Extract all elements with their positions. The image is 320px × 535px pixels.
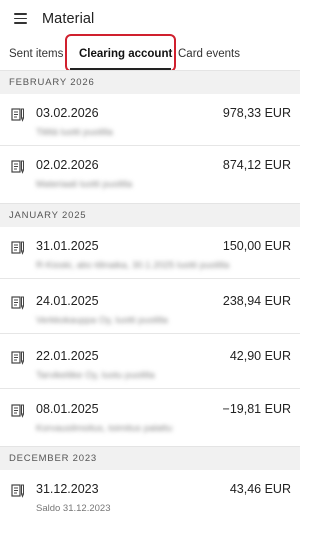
section-header: DECEMBER 2023 xyxy=(0,446,300,470)
row-date: 24.01.2025 xyxy=(36,294,99,308)
document-edit-icon xyxy=(11,351,24,365)
document-edit-icon xyxy=(11,108,24,122)
tab-clearing-account[interactable]: Clearing account xyxy=(79,48,172,60)
section-header: FEBRUARY 2026 xyxy=(0,70,300,94)
row-amount: 150,00 EUR xyxy=(222,239,291,253)
list-item[interactable]: 03.02.2026 978,33 EUR Tililtä luotti puo… xyxy=(0,94,300,146)
document-edit-icon xyxy=(11,241,24,255)
list-item[interactable]: 02.02.2026 874,12 EUR Materiaali luotti … xyxy=(0,146,300,198)
document-edit-icon xyxy=(11,404,24,418)
list-item[interactable]: 31.01.2025 150,00 EUR R-Kioski, abc-tili… xyxy=(0,227,300,279)
row-subtitle: Tililtä luotti puolilla xyxy=(36,127,113,138)
document-edit-icon xyxy=(11,296,24,310)
section-label: FEBRUARY 2026 xyxy=(9,77,95,88)
row-amount: −19,81 EUR xyxy=(222,402,291,416)
row-date: 02.02.2026 xyxy=(36,158,99,172)
list-item[interactable]: 31.12.2023 43,46 EUR Saldo 31.12.2023 xyxy=(0,470,300,522)
row-date: 22.01.2025 xyxy=(36,349,99,363)
app-bar: Material xyxy=(0,0,300,38)
row-subtitle: Materiaali luotti puolilla xyxy=(36,179,133,190)
row-subtitle: Saldo 31.12.2023 xyxy=(36,503,111,514)
section-header: JANUARY 2025 xyxy=(0,203,300,227)
section-label: JANUARY 2025 xyxy=(9,210,87,221)
row-date: 08.01.2025 xyxy=(36,402,99,416)
section-label: DECEMBER 2023 xyxy=(9,453,98,464)
row-subtitle: Tarvikeliike Oy, luotu puolilla xyxy=(36,370,155,381)
row-amount: 43,46 EUR xyxy=(229,482,291,496)
document-edit-icon xyxy=(11,484,24,498)
row-date: 31.12.2023 xyxy=(36,482,99,496)
row-amount: 874,12 EUR xyxy=(222,158,291,172)
row-date: 03.02.2026 xyxy=(36,106,99,120)
row-amount: 42,90 EUR xyxy=(229,349,291,363)
hamburger-menu-icon[interactable] xyxy=(14,13,27,24)
list-item[interactable]: 24.01.2025 238,94 EUR Verkkokauppa Oy, l… xyxy=(0,282,300,334)
tab-sent-items[interactable]: Sent items xyxy=(9,48,63,60)
row-amount: 978,33 EUR xyxy=(222,106,291,120)
list-item[interactable]: 08.01.2025 −19,81 EUR Korvausilmoitus, t… xyxy=(0,390,300,442)
row-amount: 238,94 EUR xyxy=(222,294,291,308)
row-subtitle: Korvausilmoitus, toimitus palattu xyxy=(36,423,173,434)
tab-bar: Sent items Clearing account Card events xyxy=(0,38,300,70)
list-item[interactable]: 22.01.2025 42,90 EUR Tarvikeliike Oy, lu… xyxy=(0,337,300,389)
row-date: 31.01.2025 xyxy=(36,239,99,253)
tab-card-events[interactable]: Card events xyxy=(178,48,240,60)
page-title: Material xyxy=(42,11,95,27)
row-subtitle: R-Kioski, abc-tilinaika, 30.1.2025 luott… xyxy=(36,260,230,271)
row-subtitle: Verkkokauppa Oy, luotti puolilla xyxy=(36,315,168,326)
document-edit-icon xyxy=(11,160,24,174)
